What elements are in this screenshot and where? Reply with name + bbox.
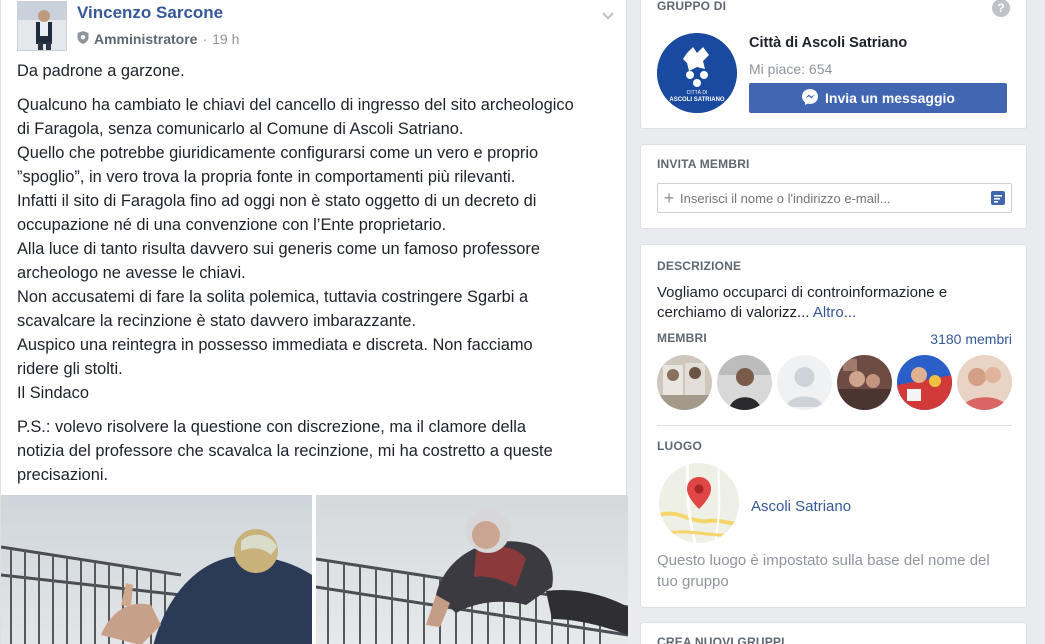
post-photo-1[interactable] [1, 495, 312, 644]
members-header: MEMBRI 3180 membri [657, 331, 1012, 347]
facebook-group-page: Vincenzo Sarcone Amministratore · 19 h D… [0, 0, 1045, 644]
member-avatar[interactable] [837, 355, 892, 410]
author-name-link[interactable]: Vincenzo Sarcone [77, 3, 223, 23]
author-role: Amministratore [94, 31, 198, 47]
post-line: Non accusatemi di fare la solita polemic… [17, 288, 529, 306]
logo-text-top: CITTÀ DI [687, 89, 708, 96]
post-line: Alla luce di tanto risulta davvero sui g… [17, 240, 540, 258]
member-avatar[interactable] [897, 355, 952, 410]
post-line: notizia del professore che scavalca la r… [17, 442, 553, 460]
post-line: precisazioni. [17, 466, 109, 484]
location-name-link[interactable]: Ascoli Satriano [751, 498, 851, 515]
description-text: Vogliamo occuparci di controinformazione… [657, 284, 948, 321]
post-line: archeologo ne avesse le chiavi. [17, 264, 246, 282]
help-icon[interactable]: ? [992, 0, 1010, 17]
group-owner-heading: GRUPPO DI [657, 0, 727, 13]
plus-icon: + [663, 187, 675, 208]
group-page-name-link[interactable]: Città di Ascoli Satriano [749, 35, 907, 51]
post-line: P.S.: volevo risolvere la questione con … [17, 418, 526, 436]
group-post: Vincenzo Sarcone Amministratore · 19 h D… [0, 0, 628, 644]
group-about-card: DESCRIZIONE Vogliamo occuparci di contro… [640, 244, 1027, 608]
post-paragraph-1: Qualcuno ha cambiato le chiavi del cance… [17, 93, 617, 405]
post-header: Vincenzo Sarcone Amministratore · 19 h [17, 1, 617, 53]
location-note: Questo luogo è impostato sulla base del … [657, 552, 990, 590]
messenger-icon [801, 88, 819, 109]
page-likes-count: Mi piace: 654 [749, 61, 833, 77]
post-photo-2[interactable] [316, 495, 628, 644]
author-avatar[interactable] [17, 1, 67, 51]
member-avatar-default[interactable] [777, 355, 832, 410]
members-heading: MEMBRI [657, 331, 707, 345]
post-line: Quello che potrebbe giuridicamente confi… [17, 144, 539, 162]
post-photos [1, 495, 628, 644]
invite-members-heading: INVITA MEMBRI [657, 157, 750, 171]
post-line: Il Sindaco [17, 384, 89, 402]
post-options-chevron-down-icon[interactable] [599, 7, 617, 25]
meta-separator: · [202, 31, 208, 47]
post-line: scavalcare la recinzione è stato davvero… [17, 312, 417, 330]
member-avatar[interactable] [657, 355, 712, 410]
admin-shield-icon [77, 31, 89, 47]
post-title-line: Da padrone a garzone. [17, 62, 185, 80]
post-line: Auspico una reintegra in possesso immedi… [17, 336, 533, 354]
member-avatar[interactable] [957, 355, 1012, 410]
group-description: Vogliamo occuparci di controinformazione… [657, 283, 1007, 323]
post-body: Da padrone a garzone. Qualcuno ha cambia… [17, 59, 617, 497]
invite-input-wrapper: + [657, 183, 1012, 213]
send-message-button[interactable]: Invia un messaggio [749, 83, 1007, 113]
post-line: ridere gli stolti. [17, 360, 123, 378]
location-map-thumbnail[interactable] [659, 463, 739, 543]
description-more-link[interactable]: Altro... [813, 304, 856, 321]
post-line: Infatti il sito di Faragola fino ad oggi… [17, 192, 537, 210]
create-groups-heading: CREA NUOVI GRUPPI [657, 635, 785, 644]
section-divider [657, 425, 1012, 426]
logo-text-bottom: ASCOLI SATRIANO [669, 97, 725, 103]
invite-members-input[interactable] [680, 190, 985, 206]
create-groups-card: CREA NUOVI GRUPPI [640, 622, 1027, 644]
location-heading: LUOGO [657, 439, 702, 453]
member-avatars [657, 355, 1013, 411]
post-meta: Amministratore · 19 h [77, 31, 239, 47]
member-avatar[interactable] [717, 355, 772, 410]
send-message-label: Invia un messaggio [825, 90, 955, 106]
members-count-link[interactable]: 3180 membri [930, 331, 1012, 347]
post-timestamp-link[interactable]: 19 h [212, 31, 239, 47]
address-book-icon[interactable] [985, 190, 1011, 206]
post-line: occupazione né di una convenzione con l’… [17, 216, 447, 234]
post-paragraph-2: P.S.: volevo risolvere la questione con … [17, 415, 617, 487]
description-heading: DESCRIZIONE [657, 259, 742, 273]
invite-members-card: INVITA MEMBRI + [640, 144, 1027, 229]
post-line: Qualcuno ha cambiato le chiavi del cance… [17, 96, 574, 114]
post-line: ”spoglio”, in vero trova la propria font… [17, 168, 516, 186]
group-page-logo[interactable]: CITTÀ DI ASCOLI SATRIANO [657, 33, 737, 113]
group-owner-card: GRUPPO DI ? CITTÀ DI ASCOLI SATRIANO Cit… [640, 0, 1027, 129]
post-line: di Faragola, senza comunicarlo al Comune… [17, 120, 464, 138]
